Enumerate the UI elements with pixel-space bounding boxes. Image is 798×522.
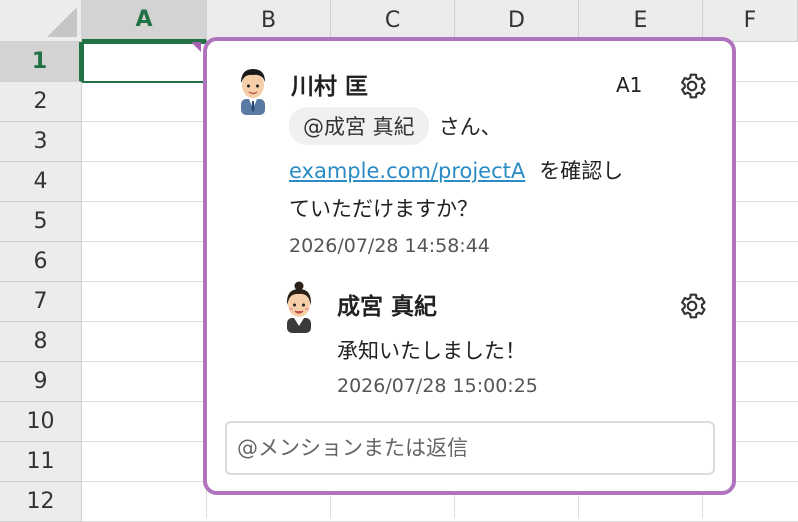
comment-indicator-icon bbox=[191, 42, 201, 52]
row-header-1[interactable]: 1 bbox=[0, 42, 82, 82]
reply-text: 承知いたしました！ bbox=[337, 339, 526, 363]
comment-line-1: @成宮 真紀 さん、 bbox=[289, 107, 502, 145]
column-header-f[interactable]: F bbox=[703, 0, 798, 42]
row-header-11[interactable]: 11 bbox=[0, 442, 82, 482]
row-header-12[interactable]: 12 bbox=[0, 482, 82, 522]
reply-timestamp: 2026/07/28 15:00:25 bbox=[337, 375, 538, 397]
gear-icon[interactable] bbox=[676, 290, 708, 322]
column-header-d[interactable]: D bbox=[455, 0, 579, 42]
row-header-9[interactable]: 9 bbox=[0, 362, 82, 402]
column-header-a[interactable]: A bbox=[82, 0, 207, 42]
column-header-b[interactable]: B bbox=[207, 0, 331, 42]
selected-cell-a1[interactable] bbox=[82, 42, 207, 83]
row-header-7[interactable]: 7 bbox=[0, 282, 82, 322]
comment-popup: 川村 匡 A1 @成宮 真紀 さん、 example.com/projectA を確… bbox=[203, 37, 736, 495]
comment-author: 川村 匡 bbox=[291, 74, 369, 100]
comment-text: さん、 bbox=[438, 115, 502, 139]
select-all-triangle-icon bbox=[47, 7, 77, 37]
row-header-10[interactable]: 10 bbox=[0, 402, 82, 442]
comment-line-3: ていただけますか？ bbox=[289, 197, 478, 221]
select-all-corner[interactable] bbox=[0, 0, 82, 42]
gear-icon[interactable] bbox=[676, 70, 708, 102]
comment-line-2: example.com/projectA を確認し bbox=[289, 155, 623, 185]
row-header-8[interactable]: 8 bbox=[0, 322, 82, 362]
reply-input[interactable] bbox=[225, 421, 715, 475]
row-header-5[interactable]: 5 bbox=[0, 202, 82, 242]
column-header-e[interactable]: E bbox=[579, 0, 703, 42]
column-header-c[interactable]: C bbox=[331, 0, 455, 42]
row-header-2[interactable]: 2 bbox=[0, 82, 82, 122]
mention-chip[interactable]: @成宮 真紀 bbox=[289, 107, 429, 145]
reply-author: 成宮 真紀 bbox=[337, 294, 438, 320]
comment-text-2: を確認し bbox=[539, 159, 624, 183]
comment-cell-ref: A1 bbox=[616, 73, 643, 97]
comment-link[interactable]: example.com/projectA bbox=[289, 159, 525, 183]
row-header-3[interactable]: 3 bbox=[0, 122, 82, 162]
row-header-4[interactable]: 4 bbox=[0, 162, 82, 202]
row-header-6[interactable]: 6 bbox=[0, 242, 82, 282]
woman-avatar-icon bbox=[286, 281, 312, 333]
man-avatar-icon bbox=[241, 69, 265, 115]
comment-timestamp: 2026/07/28 14:58:44 bbox=[289, 235, 490, 257]
